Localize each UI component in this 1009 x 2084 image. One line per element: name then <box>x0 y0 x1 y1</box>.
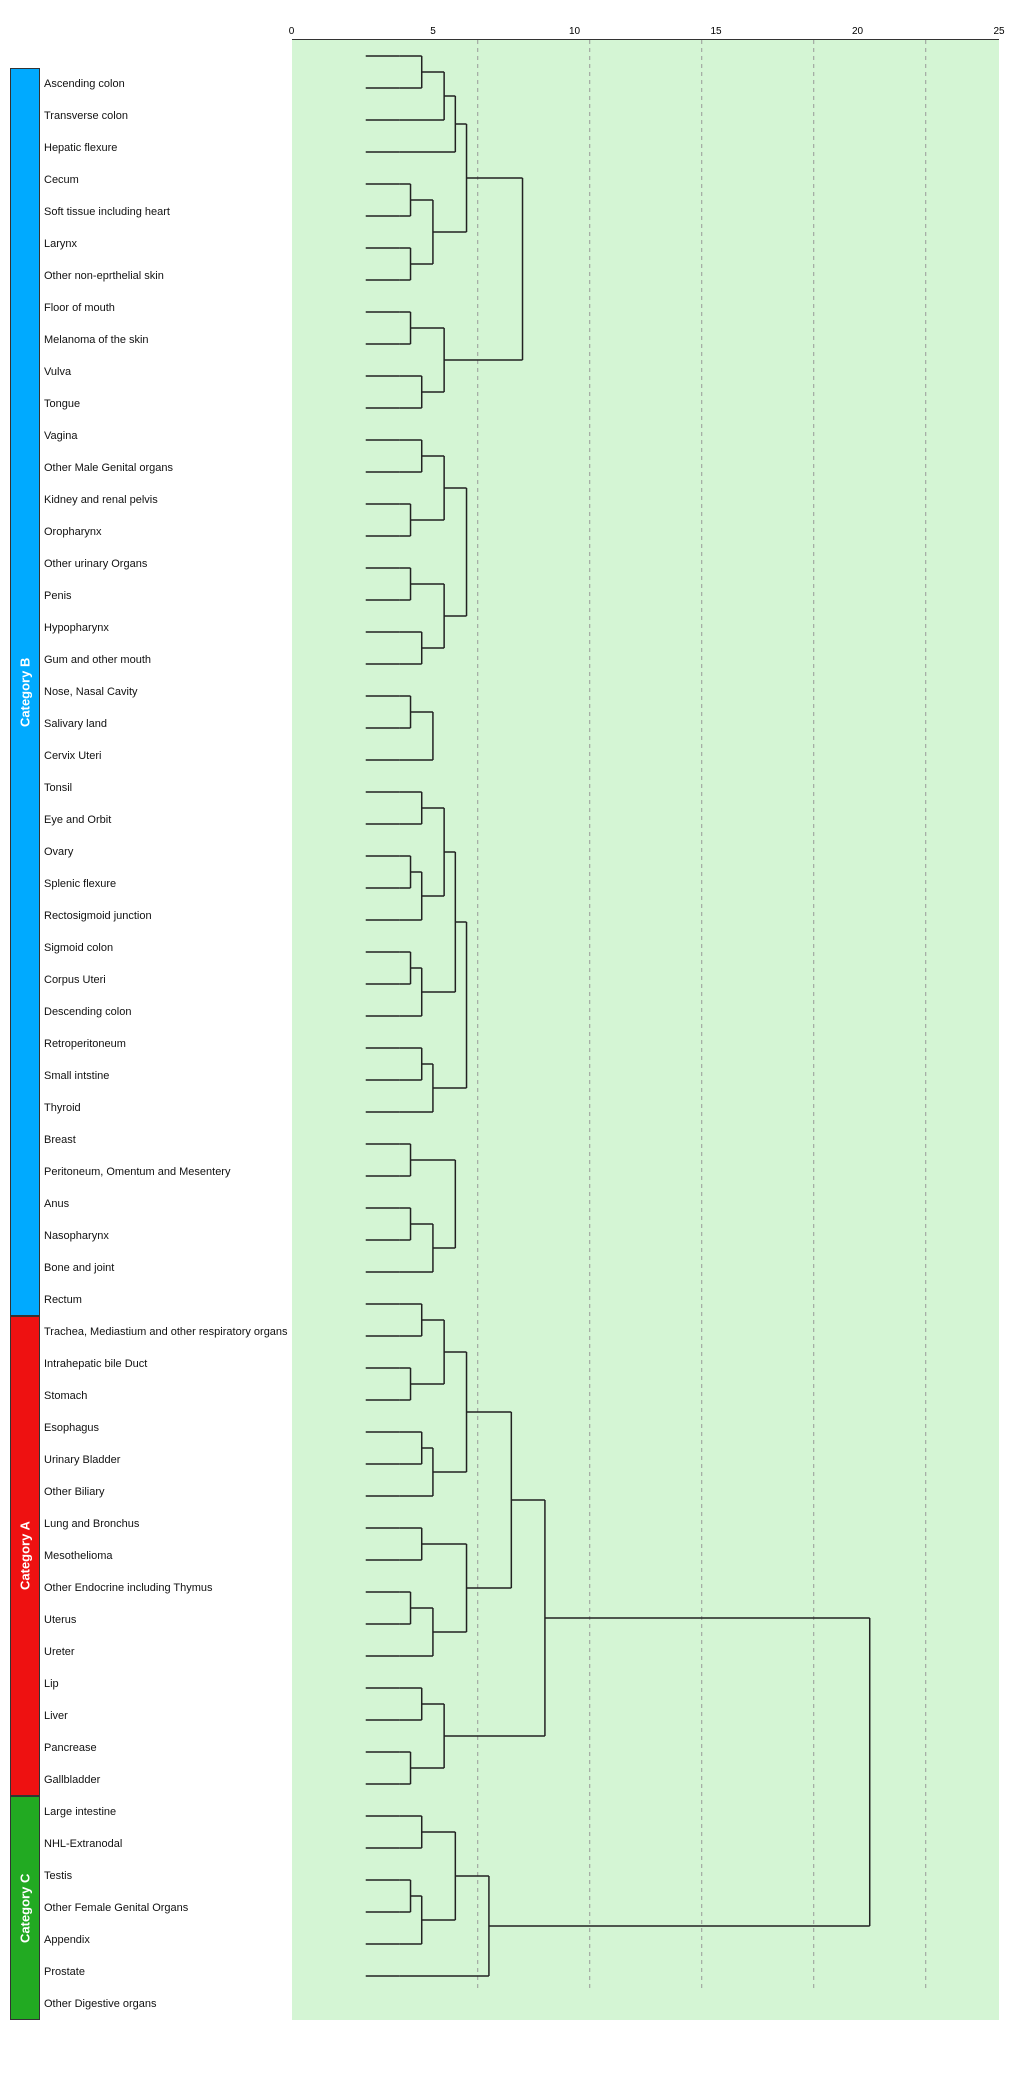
label-item: Other Endocrine including Thymus <box>44 1572 292 1604</box>
label-item: Melanoma of the skin <box>44 324 292 356</box>
label-item: Retroperitoneum <box>44 1028 292 1060</box>
label-item: Other non-eprthelial skin <box>44 260 292 292</box>
label-item: Urinary Bladder <box>44 1444 292 1476</box>
label-item: Rectosigmoid junction <box>44 900 292 932</box>
label-item: Cecum <box>44 164 292 196</box>
category-bar: Category C <box>10 1796 40 2020</box>
label-item: Kidney and renal pelvis <box>44 484 292 516</box>
label-item: Larynx <box>44 228 292 260</box>
label-item: Bone and joint <box>44 1252 292 1284</box>
label-item: Large intestine <box>44 1796 292 1828</box>
label-item: Testis <box>44 1860 292 1892</box>
category-bars: Category BCategory ACategory C <box>10 68 40 2020</box>
label-item: Vagina <box>44 420 292 452</box>
label-item: Rectum <box>44 1284 292 1316</box>
tick-label: 10 <box>569 26 580 37</box>
tick-label: 15 <box>710 26 721 37</box>
label-item: Thyroid <box>44 1092 292 1124</box>
label-item: Breast <box>44 1124 292 1156</box>
label-item: Pancrease <box>44 1732 292 1764</box>
label-item: Other Biliary <box>44 1476 292 1508</box>
label-item: Liver <box>44 1700 292 1732</box>
dendro-svg-container <box>292 40 999 2020</box>
dendro-area: 0510152025 <box>292 16 999 2020</box>
label-item: NHL-Extranodal <box>44 1828 292 1860</box>
tick-label: 5 <box>430 26 436 37</box>
label-item: Gum and other mouth <box>44 644 292 676</box>
label-item: Prostate <box>44 1956 292 1988</box>
label-item: Mesothelioma <box>44 1540 292 1572</box>
label-item: Other urinary Organs <box>44 548 292 580</box>
label-item: Other Digestive organs <box>44 1988 292 2020</box>
label-item: Oropharynx <box>44 516 292 548</box>
label-item: Floor of mouth <box>44 292 292 324</box>
label-item: Hepatic flexure <box>44 132 292 164</box>
label-item: Nose, Nasal Cavity <box>44 676 292 708</box>
labels-column: Ascending colonTransverse colonHepatic f… <box>44 68 292 2020</box>
label-item: Lung and Bronchus <box>44 1508 292 1540</box>
label-item: Other Male Genital organs <box>44 452 292 484</box>
label-item: Corpus Uteri <box>44 964 292 996</box>
label-item: Lip <box>44 1668 292 1700</box>
label-item: Vulva <box>44 356 292 388</box>
label-item: Stomach <box>44 1380 292 1412</box>
label-item: Uterus <box>44 1604 292 1636</box>
label-item: Ovary <box>44 836 292 868</box>
category-bar: Category B <box>10 68 40 1316</box>
tick-label: 20 <box>852 26 863 37</box>
label-item: Soft tissue including heart <box>44 196 292 228</box>
label-item: Nasopharynx <box>44 1220 292 1252</box>
label-item: Esophagus <box>44 1412 292 1444</box>
chart-wrapper: Category BCategory ACategory C Ascending… <box>10 16 999 2020</box>
label-item: Anus <box>44 1188 292 1220</box>
label-item: Trachea, Mediastium and other respirator… <box>44 1316 292 1348</box>
axis-ticks: 0510152025 <box>292 18 999 40</box>
label-item: Gallbladder <box>44 1764 292 1796</box>
label-item: Tonsil <box>44 772 292 804</box>
label-item: Transverse colon <box>44 100 292 132</box>
label-item: Tongue <box>44 388 292 420</box>
label-item: Eye and Orbit <box>44 804 292 836</box>
label-item: Peritoneum, Omentum and Mesentery <box>44 1156 292 1188</box>
dendro-svg <box>292 40 999 1992</box>
label-item: Descending colon <box>44 996 292 1028</box>
label-item: Other Female Genital Organs <box>44 1892 292 1924</box>
category-bar: Category A <box>10 1316 40 1796</box>
label-item: Intrahepatic bile Duct <box>44 1348 292 1380</box>
label-item: Ascending colon <box>44 68 292 100</box>
label-item: Cervix Uteri <box>44 740 292 772</box>
tick-label: 25 <box>993 26 1004 37</box>
label-item: Appendix <box>44 1924 292 1956</box>
label-item: Splenic flexure <box>44 868 292 900</box>
label-item: Penis <box>44 580 292 612</box>
label-item: Hypopharynx <box>44 612 292 644</box>
tick-label: 0 <box>289 26 295 37</box>
label-item: Small intstine <box>44 1060 292 1092</box>
label-item: Salivary land <box>44 708 292 740</box>
label-item: Sigmoid colon <box>44 932 292 964</box>
label-item: Ureter <box>44 1636 292 1668</box>
